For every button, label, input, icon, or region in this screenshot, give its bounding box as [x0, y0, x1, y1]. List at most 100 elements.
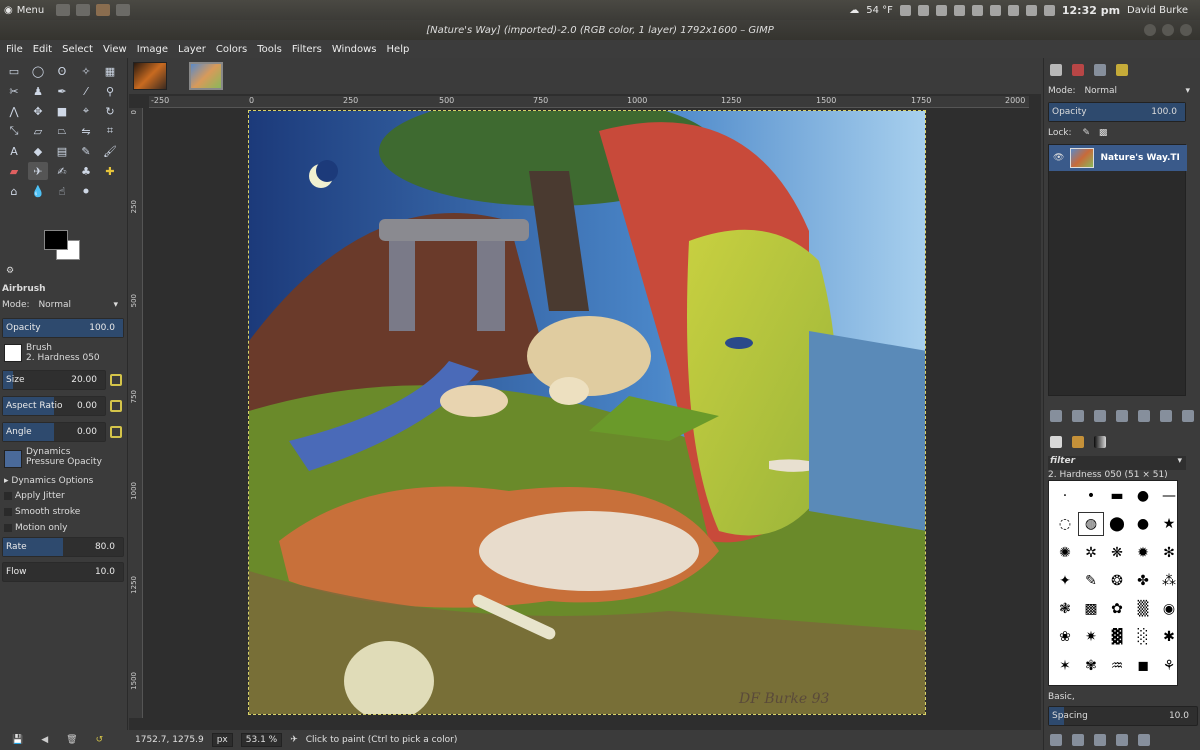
brush-item[interactable]: ✱	[1157, 626, 1181, 648]
menu-image[interactable]: Image	[137, 44, 168, 55]
image-tab-2[interactable]	[189, 62, 223, 90]
zoom-tool-icon[interactable]: ⚲	[100, 82, 120, 100]
pencil-tool-icon[interactable]: ✎	[76, 142, 96, 160]
volume-icon[interactable]	[989, 4, 1001, 16]
raise-layer-icon[interactable]	[1094, 410, 1106, 422]
minimize-button[interactable]	[1144, 24, 1156, 36]
color-picker-tool-icon[interactable]: ⁄	[76, 82, 96, 100]
align-tool-icon[interactable]: ■	[52, 102, 72, 120]
flow-slider[interactable]: Flow 10.0	[2, 562, 124, 582]
blend-tool-icon[interactable]: ▤	[52, 142, 72, 160]
patterns-tab-icon[interactable]	[1072, 436, 1084, 448]
menu-view[interactable]: View	[103, 44, 127, 55]
angle-reset-icon[interactable]	[110, 426, 122, 438]
cage-tool-icon[interactable]: ⌗	[100, 122, 120, 140]
undo-history-tab-icon[interactable]	[1116, 64, 1128, 76]
brush-item[interactable]: ❂	[1105, 570, 1129, 592]
brush-item[interactable]: ▓	[1105, 626, 1129, 648]
brush-preview[interactable]	[4, 344, 22, 362]
rect-select-tool-icon[interactable]: ▭	[4, 62, 24, 80]
motion-only-checkbox[interactable]: Motion only	[4, 523, 67, 533]
brush-item[interactable]: ▩	[1079, 598, 1103, 620]
close-button[interactable]	[1180, 24, 1192, 36]
opacity-slider[interactable]: Opacity 100.0	[2, 318, 124, 338]
brushes-tab-icon[interactable]	[1050, 436, 1062, 448]
image-canvas[interactable]: DF Burke 93	[248, 110, 926, 715]
brush-item[interactable]: ✲	[1079, 542, 1103, 564]
ink-tool-icon[interactable]: ✍	[52, 162, 72, 180]
system-menu-button[interactable]: ◉ Menu	[0, 5, 50, 16]
dynamics-options-expander[interactable]: ▸ Dynamics Options	[4, 476, 93, 486]
size-slider[interactable]: Size 20.00	[2, 370, 106, 390]
brush-item[interactable]: ✹	[1131, 542, 1155, 564]
edit-brush-icon[interactable]	[1050, 734, 1062, 746]
brush-tag-input[interactable]: Basic,	[1048, 692, 1198, 702]
duplicate-layer-icon[interactable]	[1138, 410, 1150, 422]
brush-item[interactable]: ✤	[1131, 570, 1155, 592]
move-tool-icon[interactable]: ✥	[28, 102, 48, 120]
brush-item[interactable]: ⬤	[1105, 513, 1129, 535]
battery-icon[interactable]	[1025, 4, 1037, 16]
brush-item[interactable]: ✻	[1157, 542, 1181, 564]
lock-alpha-icon[interactable]: ▩	[1099, 128, 1108, 138]
mode-dropdown[interactable]: Normal	[38, 300, 71, 310]
brush-item[interactable]: ✺	[1053, 542, 1077, 564]
brush-item[interactable]: •	[1079, 485, 1103, 507]
paths-tab-icon[interactable]	[1094, 64, 1106, 76]
brush-item[interactable]: ❃	[1053, 598, 1077, 620]
aspect-reset-icon[interactable]	[110, 400, 122, 412]
brush-item[interactable]: ▬	[1105, 485, 1129, 507]
smudge-tool-icon[interactable]: ☝	[52, 182, 72, 200]
new-layer-icon[interactable]	[1050, 410, 1062, 422]
brush-item[interactable]: ✿	[1105, 598, 1129, 620]
brush-filter-input[interactable]: filter ▾	[1048, 456, 1186, 470]
new-layer-group-icon[interactable]	[1072, 410, 1084, 422]
new-brush-icon[interactable]	[1072, 734, 1084, 746]
angle-slider[interactable]: Angle 0.00	[2, 422, 106, 442]
select-by-color-tool-icon[interactable]: ▦	[100, 62, 120, 80]
foreground-color-swatch[interactable]	[44, 230, 68, 250]
smooth-stroke-checkbox[interactable]: Smooth stroke	[4, 507, 80, 517]
free-select-tool-icon[interactable]: ʘ	[52, 62, 72, 80]
visibility-eye-icon[interactable]: 👁	[1053, 153, 1064, 163]
brush-item[interactable]: ◍	[1078, 512, 1104, 537]
chevron-down-icon[interactable]: ▾	[1177, 456, 1182, 466]
brush-item[interactable]: —	[1157, 485, 1181, 507]
gimp-launcher-icon[interactable]	[96, 4, 110, 16]
foreground-select-tool-icon[interactable]: ♟	[28, 82, 48, 100]
measure-tool-icon[interactable]: ⋀	[4, 102, 24, 120]
delete-options-icon[interactable]: 🗑	[66, 735, 77, 745]
text-tool-icon[interactable]: A	[4, 142, 24, 160]
unit-dropdown[interactable]: px	[211, 733, 233, 747]
dynamics-preview[interactable]	[4, 450, 22, 468]
crop-tool-icon[interactable]: ⌖	[76, 102, 96, 120]
blur-tool-icon[interactable]: 💧	[28, 182, 48, 200]
brush-item[interactable]: ░	[1131, 626, 1155, 648]
refresh-brushes-icon[interactable]	[1138, 734, 1150, 746]
channels-tab-icon[interactable]	[1072, 64, 1084, 76]
fg-bg-colors[interactable]	[44, 230, 84, 260]
chevron-down-icon[interactable]: ▾	[113, 300, 118, 310]
brush-item[interactable]: ✶	[1053, 655, 1077, 677]
perspective-tool-icon[interactable]: ⏢	[52, 122, 72, 140]
tool-options-tab-icon[interactable]: ⚙	[6, 266, 14, 276]
brush-item[interactable]: ●	[1131, 485, 1155, 507]
image-tab-1[interactable]	[133, 62, 167, 90]
paths-tool-icon[interactable]: ✒	[52, 82, 72, 100]
brush-item[interactable]: ❋	[1105, 542, 1129, 564]
heal-tool-icon[interactable]: ✚	[100, 162, 120, 180]
tray-icon-1[interactable]	[899, 4, 911, 16]
brush-item[interactable]: ✎	[1079, 570, 1103, 592]
scissors-tool-icon[interactable]: ✂	[4, 82, 24, 100]
brush-item[interactable]: ⚘	[1157, 655, 1181, 677]
menu-edit[interactable]: Edit	[33, 44, 52, 55]
brush-item[interactable]: ❀	[1053, 626, 1077, 648]
brush-item[interactable]: ◌	[1053, 513, 1077, 535]
save-options-icon[interactable]: 💾	[12, 735, 23, 745]
layer-name[interactable]: Nature's Way.TI	[1100, 153, 1179, 163]
ellipse-select-tool-icon[interactable]: ◯	[28, 62, 48, 80]
anchor-layer-icon[interactable]	[1160, 410, 1172, 422]
brush-spacing-slider[interactable]: Spacing 10.0	[1048, 706, 1198, 726]
shear-tool-icon[interactable]: ▱	[28, 122, 48, 140]
layer-mode-dropdown[interactable]: Normal	[1084, 86, 1117, 96]
